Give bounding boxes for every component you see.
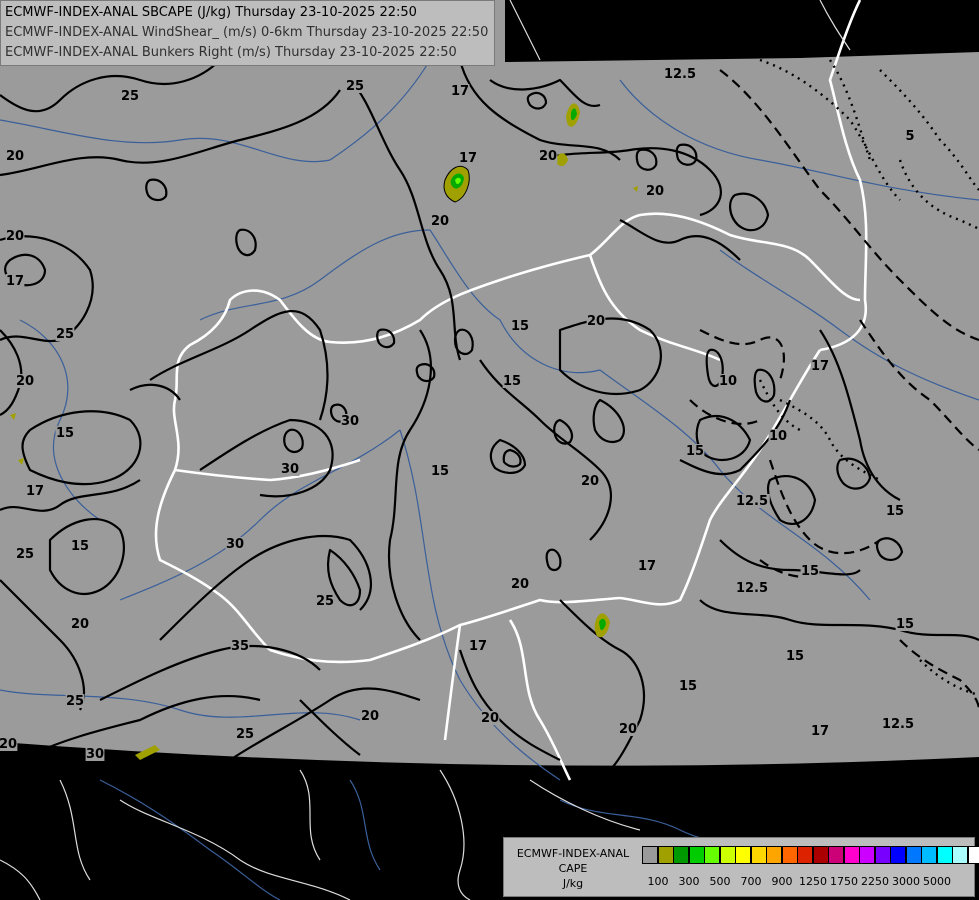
contour-label: 25 [66, 694, 84, 709]
contour-label: 25 [236, 727, 254, 742]
legend-swatch [812, 846, 829, 864]
contour-label: 15 [686, 444, 704, 459]
contour-label: 10 [769, 429, 787, 444]
contour-label: 20 [71, 617, 89, 632]
contour-label: 20 [0, 737, 17, 752]
contour-label: 20 [587, 314, 605, 329]
contour-label: 17 [469, 639, 487, 654]
legend-unit: J/kg [562, 877, 584, 890]
title-sbcape: ECMWF-INDEX-ANAL SBCAPE (J/kg) Thursday … [5, 5, 417, 20]
contour-label: 15 [56, 426, 74, 441]
legend-swatch [952, 846, 968, 864]
contour-label: 15 [679, 679, 697, 694]
legend-swatch [657, 846, 674, 864]
legend-swatch [797, 846, 813, 864]
contour-label: 15 [801, 564, 819, 579]
contour-label: 15 [503, 374, 521, 389]
contour-label: 25 [121, 89, 139, 104]
contour-label: 10 [719, 374, 737, 389]
contour-label: 17 [26, 484, 44, 499]
legend-swatch [735, 846, 751, 864]
contour-label: 25 [56, 327, 74, 342]
contour-label: 20 [539, 149, 557, 164]
legend-swatch [921, 846, 937, 864]
legend-swatch [828, 846, 844, 864]
legend-swatch [719, 846, 736, 864]
contour-label: 20 [581, 474, 599, 489]
contour-label: 30 [86, 747, 104, 762]
legend-tick-label: 900 [771, 875, 793, 888]
contour-label: 12.5 [664, 67, 696, 82]
legend-swatch [704, 846, 720, 864]
title-box: ECMWF-INDEX-ANAL SBCAPE (J/kg) Thursday … [0, 0, 496, 66]
legend-swatch [750, 846, 767, 864]
contour-label: 20 [481, 711, 499, 726]
contour-label: 12.5 [882, 717, 914, 732]
weather-map: 25 25 17 20 20 17 20 20 12.5 5 20 17 25 15 20 20 15 30 17 1… [0, 0, 979, 900]
contour-label: 17 [451, 84, 469, 99]
contour-label: 17 [811, 359, 829, 374]
title-bunkers: ECMWF-INDEX-ANAL Bunkers Right (m/s) Thu… [5, 45, 457, 60]
contour-label: 17 [459, 151, 477, 166]
contour-label: 15 [896, 617, 914, 632]
contour-label: 25 [16, 547, 34, 562]
contour-label: 20 [511, 577, 529, 592]
title-windshear: ECMWF-INDEX-ANAL WindShear_ (m/s) 0-6km … [5, 25, 489, 40]
cape-legend: ECMWF-INDEX-ANAL CAPE J/kg 100 300 500 700 9… [503, 837, 979, 897]
data-domain [0, 0, 979, 766]
legend-swatch [890, 846, 906, 864]
contour-label: 20 [6, 229, 24, 244]
contour-label: 15 [71, 539, 89, 554]
contour-label: 5 [905, 129, 914, 144]
contour-label: 35 [231, 639, 249, 654]
legend-tick-label: 1750 [830, 875, 858, 888]
contour-label: 20 [431, 214, 449, 229]
legend-tick-label: 3000 [892, 875, 920, 888]
contour-label: 25 [316, 594, 334, 609]
contour-label: 17 [638, 559, 656, 574]
legend-swatch [905, 846, 922, 864]
contour-label: 15 [786, 649, 804, 664]
legend-swatch [874, 846, 891, 864]
legend-tick-label: 2250 [861, 875, 889, 888]
contour-label: 12.5 [736, 494, 768, 509]
contour-label: 30 [341, 414, 359, 429]
contour-label: 20 [619, 722, 637, 737]
legend-tick-label: 100 [647, 875, 669, 888]
top-right-dark [505, 0, 979, 62]
legend-swatch [673, 846, 689, 864]
contour-label: 20 [16, 374, 34, 389]
contour-label: 17 [6, 274, 24, 289]
contour-label: 20 [646, 184, 664, 199]
legend-swatch [859, 846, 875, 864]
legend-tick-label: 1250 [799, 875, 827, 888]
contour-label: 17 [811, 724, 829, 739]
legend-swatch [642, 846, 658, 864]
contour-label: 15 [511, 319, 529, 334]
legend-swatch [967, 846, 979, 864]
legend-tick-label: 500 [709, 875, 731, 888]
legend-swatch [936, 846, 953, 864]
legend-tick-label: 5000 [923, 875, 951, 888]
contour-label: 30 [281, 462, 299, 477]
contour-label: 20 [361, 709, 379, 724]
contour-label: 15 [886, 504, 904, 519]
legend-model: ECMWF-INDEX-ANAL [516, 847, 630, 860]
legend-swatch [766, 846, 782, 864]
contour-label: 25 [346, 79, 364, 94]
contour-label: 12.5 [736, 581, 768, 596]
legend-swatch [843, 846, 860, 864]
contour-label: 30 [226, 537, 244, 552]
legend-swatch [781, 846, 798, 864]
legend-caption: ECMWF-INDEX-ANAL CAPE J/kg [508, 846, 638, 891]
legend-variable: CAPE [558, 862, 588, 875]
contour-label: 15 [431, 464, 449, 479]
legend-swatch [688, 846, 705, 864]
legend-tick-label: 700 [740, 875, 762, 888]
legend-tick-label: 300 [678, 875, 700, 888]
contour-label: 20 [6, 149, 24, 164]
